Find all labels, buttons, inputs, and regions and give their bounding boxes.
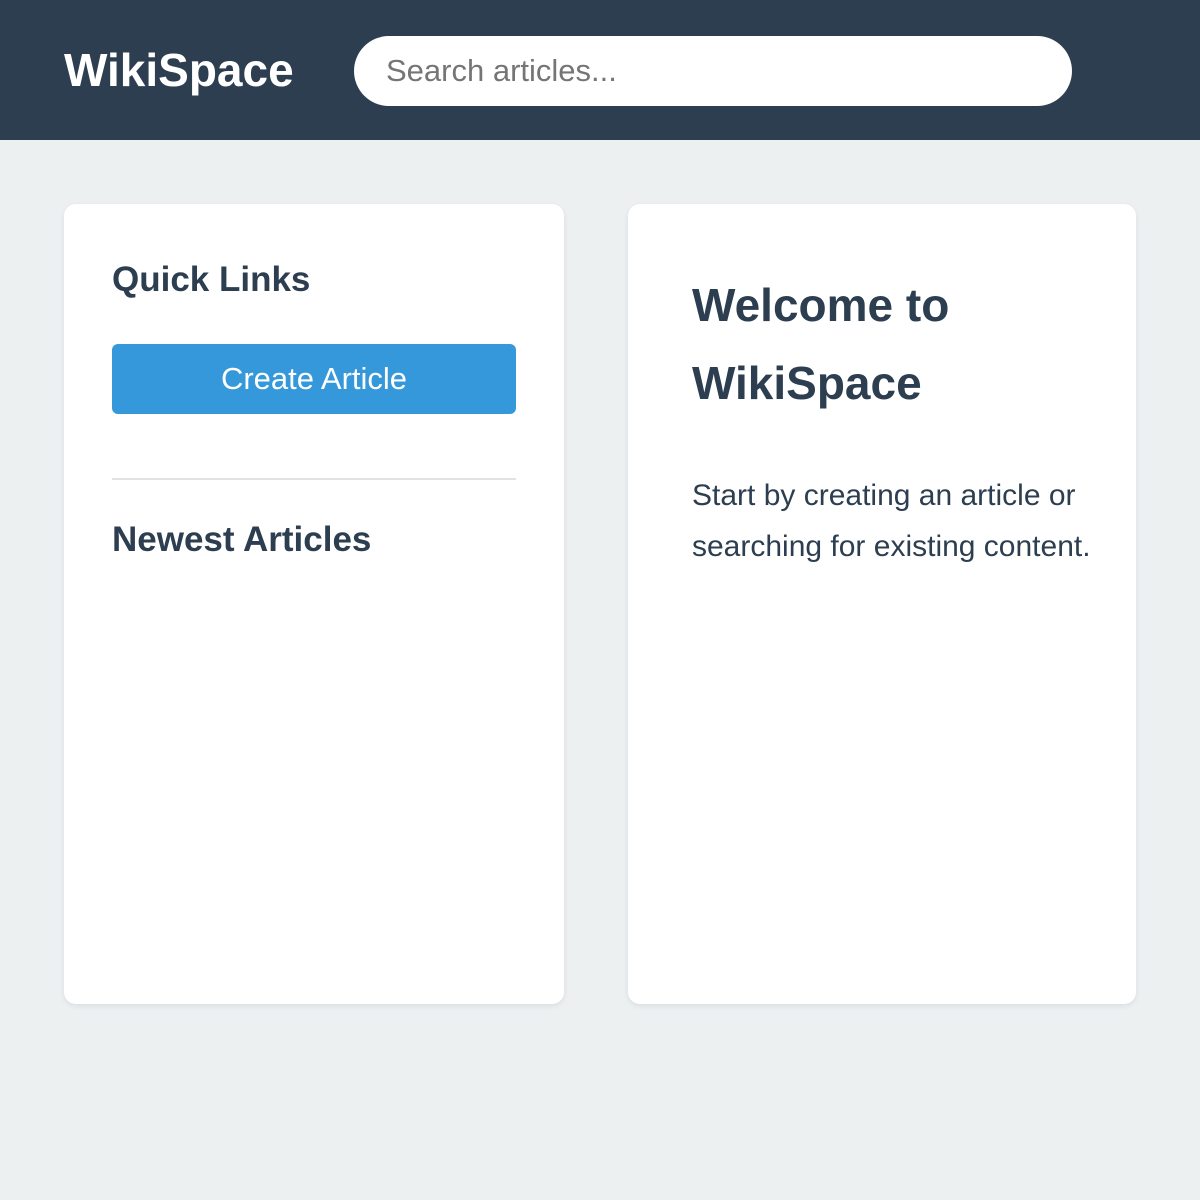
welcome-description: Start by creating an article or searchin… xyxy=(692,479,1091,563)
sidebar-divider xyxy=(112,478,516,480)
top-header: WikiSpace xyxy=(0,0,1200,140)
welcome-heading: Welcome to WikiSpace xyxy=(692,279,950,409)
site-logo[interactable]: WikiSpace xyxy=(64,40,294,100)
welcome-card: Welcome to WikiSpace Start by creating a… xyxy=(628,204,1136,1004)
sidebar-card: Quick Links Create Article Newest Articl… xyxy=(64,204,564,1004)
search-input[interactable] xyxy=(354,36,1072,106)
quick-links-heading: Quick Links xyxy=(112,260,311,299)
newest-articles-heading: Newest Articles xyxy=(112,520,372,559)
create-article-button[interactable]: Create Article xyxy=(112,344,516,414)
